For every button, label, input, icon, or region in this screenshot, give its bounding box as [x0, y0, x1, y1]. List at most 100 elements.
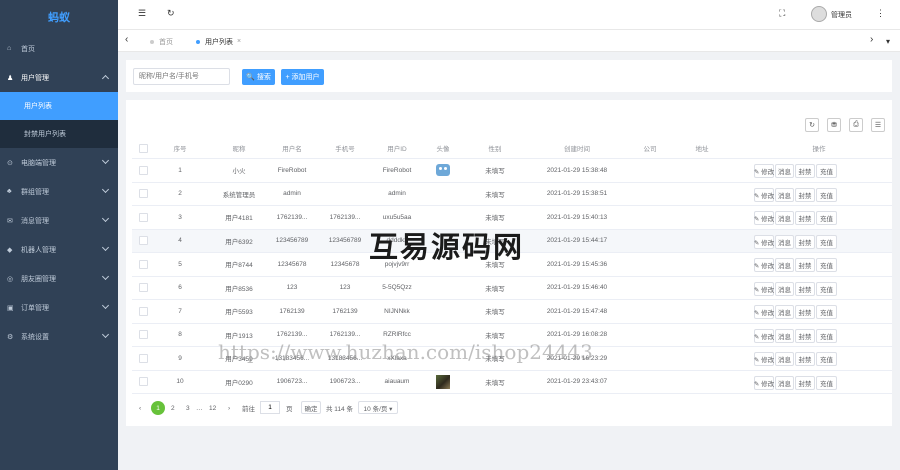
- checkbox[interactable]: [138, 377, 148, 387]
- ban-button[interactable]: 封禁: [795, 258, 815, 272]
- message-button[interactable]: 消息: [775, 258, 794, 272]
- tab-user-list[interactable]: 用户列表 ×: [196, 35, 241, 48]
- next-page-icon[interactable]: ›: [228, 401, 230, 415]
- sidebar-item[interactable]: ♟ 用户管理: [0, 63, 118, 92]
- avatar[interactable]: [811, 6, 827, 22]
- search-input[interactable]: [133, 68, 230, 85]
- sidebar-item[interactable]: ◎ 朋友圈管理: [0, 264, 118, 293]
- message-button[interactable]: 消息: [775, 281, 794, 296]
- edit-button[interactable]: ✎ 修改: [754, 375, 774, 390]
- edit-button[interactable]: ✎ 修改: [754, 258, 774, 272]
- message-button[interactable]: 消息: [775, 375, 794, 390]
- recharge-button[interactable]: 充值: [816, 234, 837, 249]
- sidebar-item[interactable]: ✉ 消息管理: [0, 206, 118, 235]
- checkbox[interactable]: [138, 283, 148, 293]
- sidebar-subitem[interactable]: 用户列表: [0, 92, 118, 120]
- page-1[interactable]: 1: [151, 401, 165, 415]
- message-button[interactable]: 消息: [775, 352, 794, 366]
- message-button[interactable]: 消息: [775, 328, 794, 343]
- message-button[interactable]: 消息: [775, 187, 794, 202]
- sidebar-item[interactable]: ▣ 订单管理: [0, 293, 118, 322]
- sidebar-item[interactable]: ◆ 机器人管理: [0, 235, 118, 264]
- refresh-icon[interactable]: ↻: [167, 8, 175, 19]
- select-all-checkbox[interactable]: [132, 138, 154, 158]
- edit-button[interactable]: ✎ 修改: [754, 281, 774, 296]
- sidebar-item[interactable]: ⊙ 电脑端管理: [0, 148, 118, 177]
- recharge-button[interactable]: 充值: [816, 352, 837, 366]
- edit-button[interactable]: ✎ 修改: [754, 211, 774, 225]
- edit-button[interactable]: ✎ 修改: [754, 234, 774, 249]
- column-header: 创建时间: [564, 146, 590, 153]
- sidebar-item[interactable]: ♣ 群组管理: [0, 177, 118, 206]
- menu-toggle-icon[interactable]: ☰: [138, 8, 146, 19]
- add-user-button[interactable]: + 添加用户: [281, 69, 324, 85]
- refresh-table-icon[interactable]: ↻: [805, 118, 819, 132]
- tab-home[interactable]: 首页: [150, 35, 173, 48]
- table-row[interactable]: 6 用户8536 123 123 5-5Q5Qzz 未填写 2021-01-29 15:46…: [132, 277, 892, 300]
- table-row[interactable]: 2 系统管理员 admin admin 未填写 2021-01-29 15:38:51 ✎ …: [132, 183, 892, 206]
- tabs-left-arrow-icon[interactable]: ‹: [125, 34, 128, 45]
- table-row[interactable]: 10 用户0290 1906723... 1906723... aiauaum 未填写 20…: [132, 371, 892, 394]
- checkbox[interactable]: [138, 330, 148, 340]
- columns-icon[interactable]: ☰: [871, 118, 885, 132]
- sidebar-subitem[interactable]: 封禁用户列表: [0, 120, 118, 148]
- search-button[interactable]: 🔍 搜索: [242, 69, 275, 85]
- checkbox[interactable]: [138, 143, 148, 153]
- checkbox[interactable]: [138, 212, 148, 222]
- checkbox[interactable]: [138, 306, 148, 316]
- user-name[interactable]: 管理员: [831, 10, 852, 20]
- address-cell: [682, 230, 722, 253]
- ban-button[interactable]: 封禁: [795, 281, 815, 296]
- tabs-dropdown-icon[interactable]: ▾: [886, 37, 890, 46]
- more-icon[interactable]: ⋮: [876, 8, 885, 19]
- page-jump-input[interactable]: [260, 401, 280, 414]
- table-row[interactable]: 7 用户5593 1762139 1762139 NIJNNkk 未填写 2021-01-2…: [132, 300, 892, 324]
- recharge-button[interactable]: 充值: [816, 328, 837, 343]
- sidebar-item[interactable]: ⚙ 系统设置: [0, 322, 118, 351]
- fullscreen-icon[interactable]: ⛶: [779, 8, 785, 19]
- ban-button[interactable]: 封禁: [795, 375, 815, 390]
- ban-button[interactable]: 封禁: [795, 328, 815, 343]
- recharge-button[interactable]: 充值: [816, 375, 837, 390]
- checkbox[interactable]: [138, 236, 148, 246]
- page-3[interactable]: 3: [186, 401, 190, 415]
- message-button[interactable]: 消息: [775, 305, 794, 319]
- recharge-button[interactable]: 充值: [816, 281, 837, 296]
- edit-button[interactable]: ✎ 修改: [754, 164, 774, 178]
- edit-button[interactable]: ✎ 修改: [754, 305, 774, 319]
- recharge-button[interactable]: 充值: [816, 187, 837, 202]
- close-icon[interactable]: ×: [237, 38, 241, 45]
- page-2[interactable]: 2: [171, 401, 175, 415]
- gender-cell: 未填写: [485, 309, 505, 317]
- checkbox[interactable]: [138, 189, 148, 199]
- page-confirm-button[interactable]: 确定: [301, 401, 321, 414]
- recharge-button[interactable]: 充值: [816, 164, 837, 178]
- recharge-button[interactable]: 充值: [816, 211, 837, 225]
- checkbox[interactable]: [138, 259, 148, 269]
- edit-button[interactable]: ✎ 修改: [754, 328, 774, 343]
- ban-button[interactable]: 封禁: [795, 234, 815, 249]
- prev-page-icon[interactable]: ‹: [139, 401, 141, 415]
- ban-button[interactable]: 封禁: [795, 164, 815, 178]
- page-12[interactable]: 12: [209, 401, 216, 415]
- ban-button[interactable]: 封禁: [795, 305, 815, 319]
- no-cell: 7: [178, 307, 182, 315]
- checkbox[interactable]: [138, 165, 148, 175]
- recharge-button[interactable]: 充值: [816, 258, 837, 272]
- message-button[interactable]: 消息: [775, 211, 794, 225]
- recharge-button[interactable]: 充值: [816, 305, 837, 319]
- ban-button[interactable]: 封禁: [795, 187, 815, 202]
- checkbox[interactable]: [138, 353, 148, 363]
- edit-button[interactable]: ✎ 修改: [754, 187, 774, 202]
- page-size-select[interactable]: 10 条/页 ▾: [358, 401, 398, 414]
- message-button[interactable]: 消息: [775, 234, 794, 249]
- table-row[interactable]: 1 小火 FireRobot FireRobot 未填写 2021-01-29 15:38…: [132, 159, 892, 183]
- edit-button[interactable]: ✎ 修改: [754, 352, 774, 366]
- sidebar-item[interactable]: ⌂ 首页: [0, 34, 118, 63]
- message-button[interactable]: 消息: [775, 164, 794, 178]
- ban-button[interactable]: 封禁: [795, 211, 815, 225]
- tabs-right-arrow-icon[interactable]: ›: [870, 34, 873, 45]
- print-icon[interactable]: ⎙: [849, 118, 863, 132]
- ban-button[interactable]: 封禁: [795, 352, 815, 366]
- export-icon[interactable]: ⛃: [827, 118, 841, 132]
